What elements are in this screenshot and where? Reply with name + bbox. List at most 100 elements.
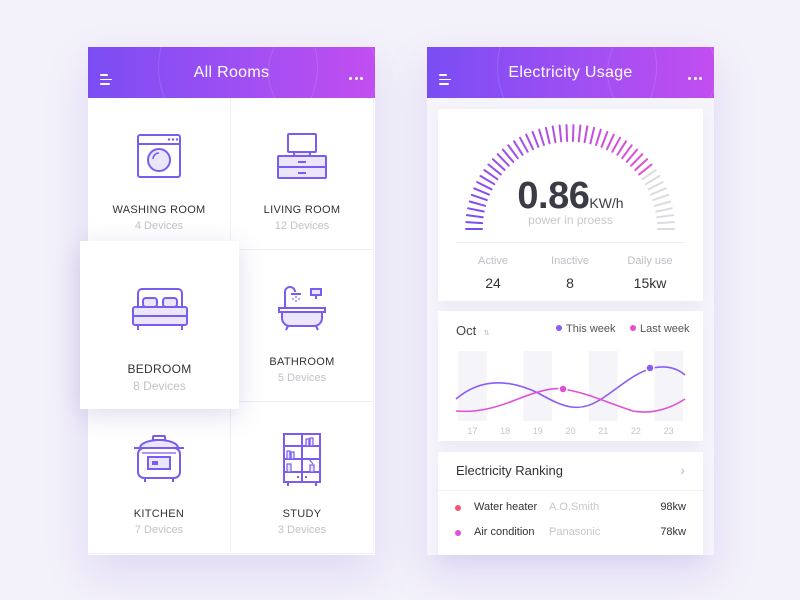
page-title: All Rooms <box>193 64 270 81</box>
gauge-tick <box>616 140 627 156</box>
gauge-tick <box>551 125 557 144</box>
power-gauge-card: 0.86KW/h power in proess Active 24 Inact… <box>438 109 703 301</box>
room-card-bathroom[interactable]: BATHROOM 5 Devices <box>231 250 374 402</box>
gauge-tick <box>577 124 582 143</box>
gauge-value: 0.86 <box>517 175 590 217</box>
room-name: STUDY <box>282 508 322 520</box>
ranking-item[interactable]: Water heater A.O.Smith 98kw <box>438 498 703 518</box>
electricity-usage-screen: Electricity Usage 0.86KW/h power in proe… <box>427 47 714 555</box>
gauge-tick <box>531 130 540 148</box>
gauge-tick <box>525 133 534 151</box>
gauge-tick <box>606 133 615 151</box>
chart-day-label: 17 <box>467 426 477 436</box>
ranking-title: Electricity Ranking <box>456 463 563 478</box>
sort-arrows-icon: ⇅ <box>483 330 490 337</box>
gauge-tick <box>519 136 529 153</box>
washing-machine-icon <box>137 134 181 178</box>
gauge-readout: 0.86KW/h <box>438 175 703 218</box>
room-card-washing-room[interactable]: WASHING ROOM 4 Devices <box>88 98 231 250</box>
appliance-brand: Panasonic <box>549 526 601 538</box>
legend-last-week: Last week <box>630 323 690 335</box>
room-device-count: 7 Devices <box>134 524 184 536</box>
gauge-tick <box>600 130 609 148</box>
appliance-usage: 78kw <box>660 526 686 538</box>
gauge-tick <box>544 126 551 145</box>
room-name: WASHING ROOM <box>112 204 206 216</box>
gauge-subtitle: power in proess <box>528 213 613 227</box>
month-selector[interactable]: Oct ⇅ <box>456 322 490 340</box>
gauge-tick <box>611 136 621 153</box>
chevron-right-icon[interactable]: › <box>680 462 685 478</box>
chart-day-label: 22 <box>631 426 641 436</box>
divider <box>456 242 685 243</box>
gauge-tick <box>565 124 569 142</box>
stat-value: 8 <box>566 275 574 291</box>
room-name: KITCHEN <box>133 508 185 520</box>
room-card-kitchen[interactable]: KITCHEN 7 Devices <box>88 402 231 554</box>
chart-day-label: 23 <box>664 426 674 436</box>
appliance-brand: A.O.Smith <box>549 501 600 513</box>
room-device-count: 4 Devices <box>134 220 184 232</box>
room-device-count: 8 Devices <box>133 379 186 393</box>
appliance-name: Air condition <box>474 526 535 538</box>
chart-day-label: 20 <box>565 426 575 436</box>
legend-dot-this-week <box>556 325 562 331</box>
gauge-tick <box>558 124 563 143</box>
ranking-bullet <box>455 530 461 536</box>
gauge-tick <box>513 140 524 156</box>
stat-inactive: Inactive 8 <box>530 255 610 291</box>
stat-label: Active <box>478 255 508 267</box>
weekly-usage-chart: 17 18 19 20 21 22 23 <box>455 351 686 436</box>
tv-cabinet-icon <box>277 133 327 179</box>
bathtub-icon <box>278 286 326 331</box>
room-card-bedroom[interactable]: BEDROOM 8 Devices <box>80 241 239 409</box>
room-card-living-room[interactable]: LIVING ROOM 12 Devices <box>231 98 374 250</box>
chart-day-label: 18 <box>500 426 510 436</box>
ranking-item[interactable]: Air condition Panasonic 78kw <box>438 523 703 543</box>
more-options-icon[interactable] <box>688 77 702 81</box>
bed-icon <box>131 288 188 330</box>
gauge-tick <box>571 124 575 142</box>
gauge-tick <box>583 125 589 144</box>
weekly-chart-card: Oct ⇅ This week Last week 17 18 19 20 21 22 23 <box>438 311 703 441</box>
stat-value: 15kw <box>633 275 667 291</box>
chart-column-band <box>523 351 553 421</box>
chart-day-label: 21 <box>598 426 608 436</box>
electricity-header: Electricity Usage <box>427 47 714 98</box>
stat-daily-use: Daily use 15kw <box>610 255 690 291</box>
all-rooms-header: All Rooms <box>88 47 375 98</box>
stat-active: Active 24 <box>453 255 533 291</box>
stat-label: Inactive <box>551 255 589 267</box>
gauge-tick <box>589 126 596 145</box>
room-name: BATHROOM <box>269 356 335 368</box>
room-name: BEDROOM <box>127 362 192 376</box>
room-card-study[interactable]: STUDY 3 Devices <box>231 402 374 554</box>
gauge-unit: KW/h <box>589 195 624 211</box>
legend-this-week: This week <box>556 323 616 335</box>
room-device-count: 12 Devices <box>274 220 330 232</box>
room-name: LIVING ROOM <box>263 204 341 216</box>
legend-dot-last-week <box>630 325 636 331</box>
month-label: Oct <box>456 323 477 338</box>
bookshelf-icon <box>283 433 321 486</box>
more-options-icon[interactable] <box>349 77 363 81</box>
ranking-bullet <box>455 505 461 511</box>
legend-label: Last week <box>640 323 690 335</box>
chart-column-band <box>588 351 618 421</box>
room-device-count: 5 Devices <box>277 372 327 384</box>
series-line-last-week <box>455 387 686 413</box>
series-line-this-week <box>455 366 686 409</box>
page-title: Electricity Usage <box>508 64 633 81</box>
gauge-tick <box>595 128 602 146</box>
divider <box>438 490 703 491</box>
legend-label: This week <box>566 323 616 335</box>
data-point-this-week[interactable] <box>645 363 655 373</box>
appliance-usage: 98kw <box>660 501 686 513</box>
appliance-name: Water heater <box>474 501 538 513</box>
stat-value: 24 <box>485 275 501 291</box>
data-point-last-week[interactable] <box>558 384 568 394</box>
gauge-tick <box>538 128 545 146</box>
chart-day-label: 19 <box>533 426 543 436</box>
stat-label: Daily use <box>627 255 673 267</box>
electricity-ranking-card: Electricity Ranking › Water heater A.O.S… <box>438 452 703 555</box>
